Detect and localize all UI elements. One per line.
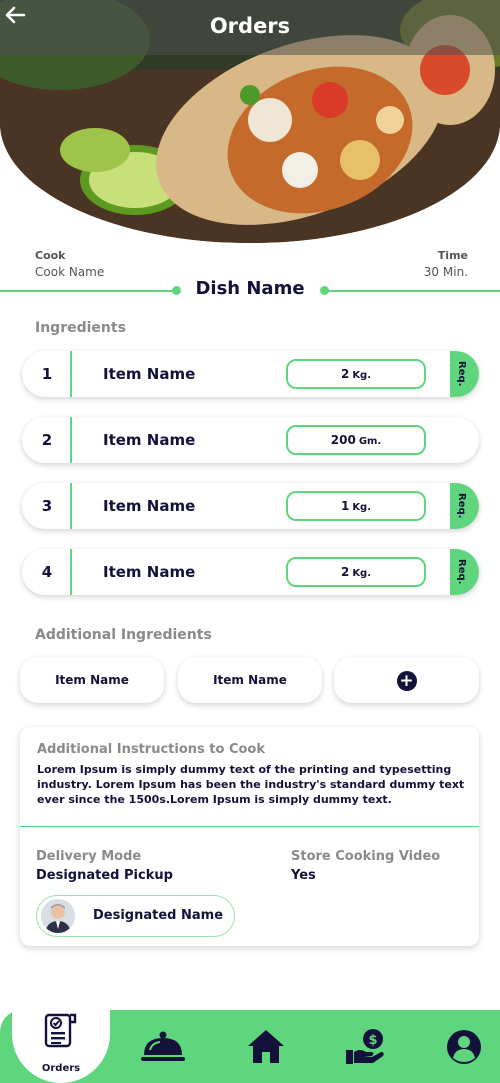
cook-label: Cook <box>35 249 66 262</box>
person-photo-icon <box>41 899 75 933</box>
instructions-text: Lorem Ipsum is simply dummy text of the … <box>37 763 465 806</box>
cloche-icon[interactable] <box>140 1030 186 1064</box>
quantity-unit: Kg. <box>352 370 372 381</box>
cooking-video-label: Store Cooking Video <box>291 849 441 864</box>
ingredient-number: 2 <box>41 431 53 449</box>
plus-circle-icon: + <box>396 670 417 691</box>
ingredient-quantity[interactable]: 2 Kg. <box>286 359 426 389</box>
quantity-unit: Kg. <box>352 568 372 579</box>
ingredient-quantity[interactable]: 1 Kg. <box>286 491 426 521</box>
delivery-mode-value: Designated Pickup <box>36 868 173 883</box>
ingredient-number: 4 <box>41 563 53 581</box>
required-tag: Req. <box>450 351 479 397</box>
ingredient-quantity[interactable]: 2 Kg. <box>286 557 426 587</box>
quantity-value: 200 <box>330 433 356 447</box>
ingredient-number: 3 <box>41 497 53 515</box>
required-label: Req. <box>456 493 467 519</box>
designated-name: Designated Name <box>93 908 224 923</box>
ingredient-name: Item Name <box>103 563 196 581</box>
orders-icon[interactable] <box>43 1012 79 1050</box>
cooking-video-value: Yes <box>291 868 316 883</box>
ingredients-label: Ingredients <box>35 320 126 336</box>
home-icon[interactable] <box>247 1028 285 1064</box>
ingredient-row[interactable]: 4 Item Name 2 Kg. Req. <box>22 549 479 595</box>
ingredient-name: Item Name <box>103 497 196 515</box>
designated-person-chip[interactable]: Designated Name <box>36 895 235 937</box>
panel-divider <box>20 826 479 827</box>
divider-right <box>328 290 500 292</box>
required-label: Req. <box>456 559 467 585</box>
quantity-value: 1 <box>340 499 350 513</box>
required-tag: Req. <box>450 549 479 595</box>
svg-text:$: $ <box>368 1033 377 1048</box>
ingredient-quantity[interactable]: 200 Gm. <box>286 425 426 455</box>
avatar <box>41 899 75 933</box>
ingredient-number: 1 <box>41 365 53 383</box>
ingredient-row[interactable]: 3 Item Name 1 Kg. Req. <box>22 483 479 529</box>
ingredient-separator <box>70 483 72 529</box>
ingredient-row[interactable]: 1 Item Name 2 Kg. Req. <box>22 351 479 397</box>
user-icon[interactable] <box>446 1029 482 1065</box>
dish-name-row: Dish Name <box>0 276 500 306</box>
ingredient-separator <box>70 351 72 397</box>
time-info: Time 30 Min. <box>424 249 468 279</box>
quantity-value: 2 <box>340 367 350 381</box>
ingredient-separator <box>70 417 72 463</box>
ingredient-separator <box>70 549 72 595</box>
required-label: Req. <box>456 361 467 387</box>
ingredient-row[interactable]: 2 Item Name 200 Gm. <box>22 417 479 463</box>
order-details-panel: Additional Instructions to Cook Lorem Ip… <box>20 727 479 946</box>
quantity-unit: Gm. <box>358 436 382 447</box>
ingredient-name: Item Name <box>103 365 196 383</box>
add-ingredient-button[interactable]: + <box>334 657 479 703</box>
dish-hero-image: Orders <box>0 0 500 243</box>
nav-orders-label: Orders <box>41 1063 81 1074</box>
time-label: Time <box>437 249 468 262</box>
additional-item-chip[interactable]: Item Name <box>178 657 322 703</box>
money-hand-icon[interactable]: $ <box>345 1028 385 1066</box>
page-title: Orders <box>209 14 291 38</box>
quantity-value: 2 <box>340 565 350 579</box>
additional-item-chip[interactable]: Item Name <box>20 657 164 703</box>
cook-info: Cook Cook Name <box>35 249 104 279</box>
quantity-unit: Kg. <box>352 502 372 513</box>
additional-ingredients-label: Additional Ingredients <box>35 627 212 643</box>
delivery-mode-label: Delivery Mode <box>36 849 142 864</box>
dish-name: Dish Name <box>195 278 305 299</box>
required-tag: Req. <box>450 483 479 529</box>
instructions-label: Additional Instructions to Cook <box>37 742 265 757</box>
ingredient-name: Item Name <box>103 431 196 449</box>
